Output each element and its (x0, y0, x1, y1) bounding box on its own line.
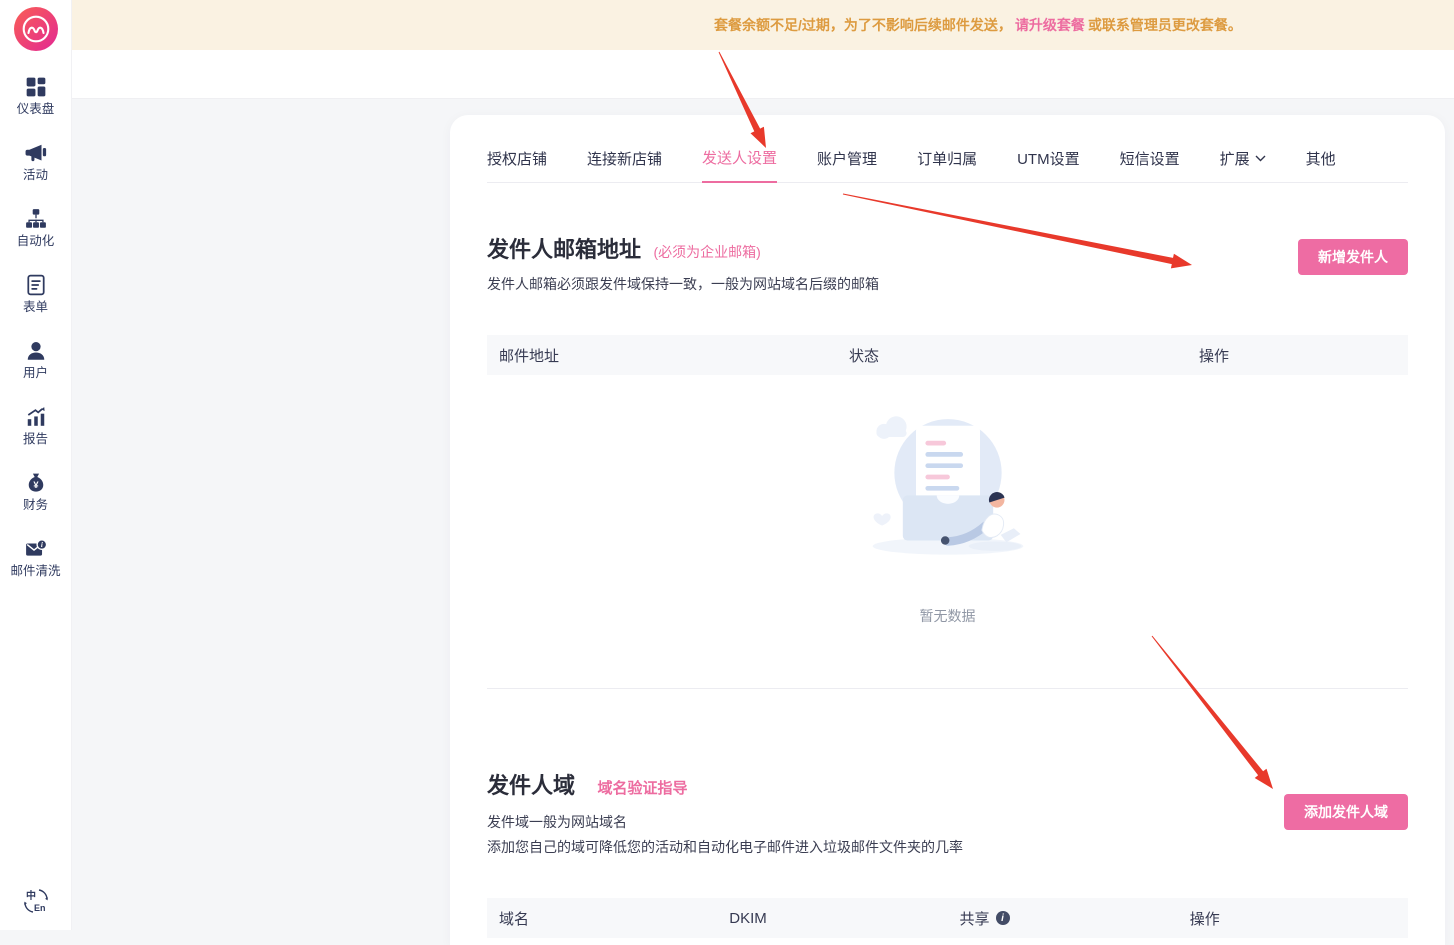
sidebar-label: 报告 (23, 432, 48, 447)
sidebar: 仪表盘 活动 自动化 表单 用户 (0, 0, 72, 930)
svg-text:En: En (34, 903, 46, 913)
banner-text-prefix: 套餐余额不足/过期，为了不影响后续邮件发送， (714, 15, 1012, 35)
tab-authorized-stores[interactable]: 授权店铺 (487, 147, 547, 182)
svg-text:中: 中 (26, 889, 36, 902)
sidebar-item-campaigns[interactable]: 活动 (0, 142, 72, 183)
sender-domain-section: 发件人域 域名验证指导 发件域一般为网站域名 添加您自己的域可降低您的活动和自动… (487, 768, 1408, 938)
sidebar-label: 财务 (23, 498, 48, 513)
sidebar-label: 仪表盘 (17, 102, 55, 117)
settings-card: 授权店铺 连接新店铺 发送人设置 账户管理 订单归属 UTM设置 短信设置 扩展… (450, 115, 1445, 945)
user-icon (25, 340, 47, 362)
sidebar-label: 自动化 (17, 234, 55, 249)
form-icon (25, 274, 47, 296)
report-icon (25, 406, 47, 428)
finance-icon: ¥ (25, 472, 47, 494)
col-actions: 操作 (1187, 345, 1408, 366)
tab-account-management[interactable]: 账户管理 (817, 147, 877, 182)
tab-order-attribution[interactable]: 订单归属 (917, 147, 977, 182)
col-dkim: DKIM (717, 910, 947, 927)
col-shared: 共享 i (948, 908, 1178, 929)
section-description: 发件人邮箱必须跟发件域保持一致，一般为网站域名后缀的邮箱 (487, 276, 1408, 293)
section-description-1: 发件域一般为网站域名 (487, 814, 1408, 831)
empty-text: 暂无数据 (487, 606, 1408, 626)
dashboard-icon (25, 76, 47, 98)
add-sender-domain-button[interactable]: 添加发件人域 (1284, 794, 1408, 830)
sender-email-section: 发件人邮箱地址 (必须为企业邮箱) 发件人邮箱必须跟发件域保持一致，一般为网站域… (487, 232, 1408, 689)
col-actions: 操作 (1178, 908, 1408, 929)
section-title: 发件人域 (487, 773, 575, 798)
chevron-down-icon (1255, 155, 1266, 162)
sidebar-item-finance[interactable]: ¥ 财务 (0, 472, 72, 513)
sender-email-table: 邮件地址 状态 操作 (487, 335, 1408, 689)
tab-utm-settings[interactable]: UTM设置 (1017, 147, 1080, 182)
sidebar-item-forms[interactable]: 表单 (0, 274, 72, 315)
shared-info-icon[interactable]: i (996, 911, 1010, 925)
table-header-row: 域名 DKIM 共享 i 操作 (487, 898, 1408, 938)
tab-connect-new-store[interactable]: 连接新店铺 (587, 147, 662, 182)
empty-state: 暂无数据 (487, 375, 1408, 689)
tab-sender-settings[interactable]: 发送人设置 (702, 147, 777, 183)
sidebar-item-dashboard[interactable]: 仪表盘 (0, 76, 72, 117)
sidebar-label: 表单 (23, 300, 48, 315)
settings-tabs: 授权店铺 连接新店铺 发送人设置 账户管理 订单归属 UTM设置 短信设置 扩展… (487, 115, 1408, 183)
section-title-note: (必须为企业邮箱) (653, 244, 760, 260)
megaphone-icon (25, 142, 47, 164)
sidebar-label: 活动 (23, 168, 48, 183)
svg-text:¥: ¥ (33, 480, 39, 490)
mail-clean-icon: i (25, 538, 47, 560)
app-logo[interactable] (14, 7, 58, 51)
upgrade-plan-link[interactable]: 请升级套餐 (1015, 15, 1085, 35)
tab-sms-settings[interactable]: 短信设置 (1120, 147, 1180, 182)
language-zh-en-icon: 中 En (22, 887, 50, 915)
sidebar-item-reports[interactable]: 报告 (0, 406, 72, 447)
table-header-row: 邮件地址 状态 操作 (487, 335, 1408, 375)
col-email-address: 邮件地址 (487, 345, 837, 366)
language-toggle[interactable]: 中 En (22, 887, 50, 920)
sender-domain-table: 域名 DKIM 共享 i 操作 (487, 898, 1408, 938)
tab-extensions[interactable]: 扩展 (1220, 147, 1266, 182)
add-sender-button[interactable]: 新增发件人 (1298, 239, 1408, 275)
section-title: 发件人邮箱地址 (487, 237, 641, 262)
logo-wave-icon (14, 7, 58, 51)
empty-state-illustration (848, 405, 1048, 570)
col-status: 状态 (837, 345, 1187, 366)
svg-text:i: i (40, 541, 42, 549)
section-description-2: 添加您自己的域可降低您的活动和自动化电子邮件进入垃圾邮件文件夹的几率 (487, 839, 1408, 856)
banner-text-suffix: 或联系管理员更改套餐。 (1088, 15, 1242, 35)
tab-others[interactable]: 其他 (1306, 147, 1336, 182)
sidebar-item-automation[interactable]: 自动化 (0, 208, 72, 249)
col-domain: 域名 (487, 908, 717, 929)
sidebar-label: 用户 (23, 366, 48, 381)
sidebar-item-users[interactable]: 用户 (0, 340, 72, 381)
page-header-strip (72, 50, 1454, 99)
sidebar-label: 邮件清洗 (10, 564, 60, 579)
plan-warning-banner: 套餐余额不足/过期，为了不影响后续邮件发送， 请升级套餐 或联系管理员更改套餐。 (72, 0, 1454, 50)
sidebar-item-email-cleaning[interactable]: i 邮件清洗 (0, 538, 72, 579)
domain-verify-guide-link[interactable]: 域名验证指导 (597, 780, 687, 797)
automation-icon (25, 208, 47, 230)
